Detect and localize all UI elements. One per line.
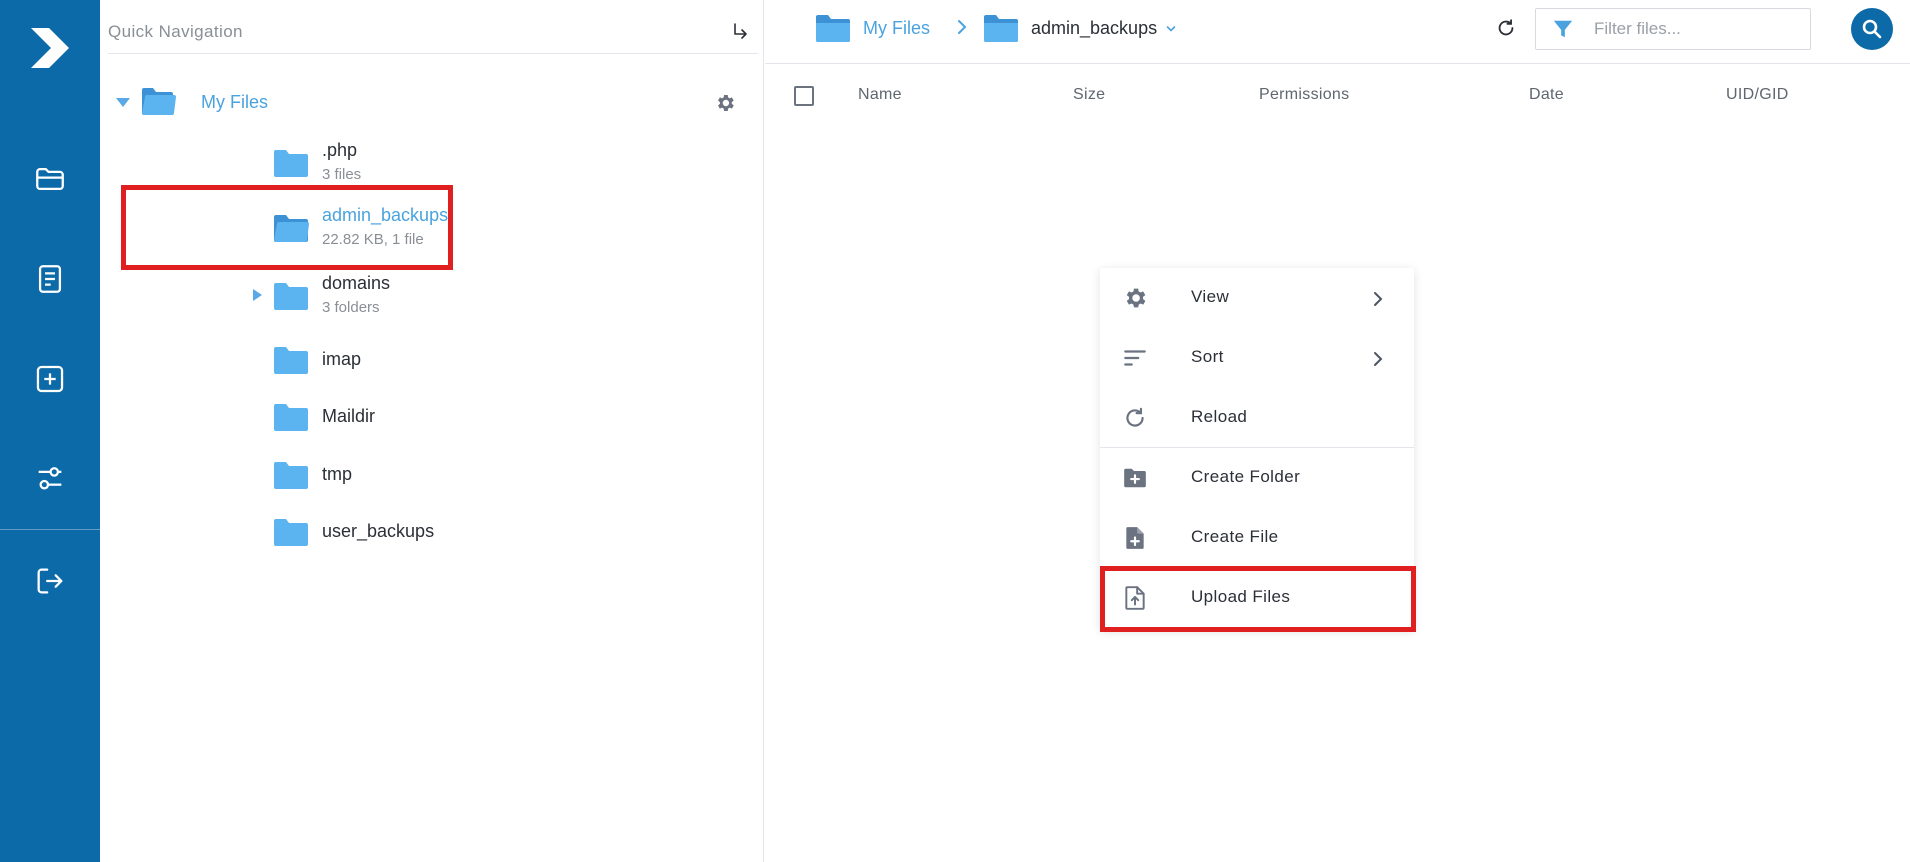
menu-item-label: Reload [1191,407,1248,426]
menu-item-label: Upload Files [1191,587,1291,606]
files-nav-button[interactable] [30,159,70,199]
folder-tree-panel: My Files .php 3 files admin_backups 22.8… [100,0,764,862]
menu-item-label: Create Folder [1191,467,1301,486]
folder-icon [274,404,308,431]
tree-item[interactable]: domains 3 folders [240,269,760,319]
tree-item[interactable]: .php 3 files [240,136,760,186]
column-permissions[interactable]: Permissions [1259,86,1349,104]
file-upload-icon [1125,586,1145,610]
settings-nav-button[interactable] [30,459,70,499]
reload-icon [1126,407,1144,427]
tree-item-name: admin_backups [322,205,449,225]
tree-item[interactable]: user_backups [240,513,760,553]
tree-item-meta: 22.82 KB, 1 file [322,231,424,248]
select-all-checkbox[interactable] [794,86,814,106]
folder-icon [274,462,308,489]
add-nav-button[interactable] [30,359,70,399]
context-menu: View Sort Reload Create Folder Create Fi… [1100,268,1414,630]
document-icon [38,265,62,293]
sidebar-divider [0,529,100,530]
column-name[interactable]: Name [858,86,902,104]
menu-item-upload-files[interactable]: Upload Files [1100,568,1414,626]
menu-item-view[interactable]: View [1100,268,1414,326]
tree-item-meta: 3 files [322,166,362,183]
tree-root-label: My Files [201,92,268,112]
search-button[interactable] [1851,8,1893,50]
go-arrow-icon[interactable] [728,20,752,44]
folder-icon [816,15,850,42]
file-table-header: Name Size Permissions Date UID/GID [765,76,1910,116]
breadcrumb-current[interactable]: admin_backups [983,12,1176,44]
tree-item-name: .php [322,140,358,160]
folder-open-icon [142,88,176,115]
documents-nav-button[interactable] [30,259,70,299]
menu-item-create-file[interactable]: Create File [1100,508,1414,566]
menu-item-label: View [1191,287,1230,306]
gear-icon [1126,288,1146,308]
tree-item[interactable]: Maildir [240,398,760,438]
menu-item-create-folder[interactable]: Create Folder [1100,448,1414,506]
filter-input[interactable] [1594,9,1804,49]
filter-icon [1553,20,1573,38]
breadcrumb-current-label: admin_backups [1031,17,1158,38]
column-uid-gid[interactable]: UID/GID [1726,86,1789,104]
top-bar: My Files admin_backups [765,0,1910,64]
tree-item-name: imap [322,349,362,369]
folder-icon [274,283,308,310]
column-date[interactable]: Date [1529,86,1564,104]
folder-open-icon [36,167,64,191]
sliders-icon [38,467,62,490]
tree-item[interactable]: tmp [240,456,760,496]
plus-square-icon [36,365,64,393]
menu-item-label: Sort [1191,347,1224,366]
tree-root-my-files[interactable]: My Files [108,82,758,124]
quick-navigation [108,10,758,54]
sort-icon [1124,350,1146,366]
chevron-right-icon [1374,352,1383,366]
folder-plus-icon [1124,468,1146,488]
search-icon [1862,19,1882,39]
menu-item-reload[interactable]: Reload [1100,388,1414,446]
menu-item-label: Create File [1191,527,1279,546]
tree-item-name: tmp [322,464,353,484]
caret-down-icon[interactable] [116,98,130,107]
column-size[interactable]: Size [1073,86,1105,104]
reload-icon[interactable] [1495,17,1517,39]
tree-item-active[interactable]: admin_backups 22.82 KB, 1 file [240,201,760,251]
caret-right-icon[interactable] [253,289,262,301]
filter-box [1535,8,1811,50]
tree-item-name: Maildir [322,406,376,426]
logout-icon [37,568,63,594]
chevron-right-icon [958,20,967,34]
gear-icon[interactable] [714,92,736,114]
folder-icon [274,150,308,177]
tree-item[interactable]: imap [240,341,760,381]
folder-open-icon [274,215,309,242]
tree-item-meta: 3 folders [322,299,380,316]
app-sidebar [0,0,100,862]
quick-navigation-input[interactable] [108,10,708,54]
folder-icon [274,519,308,546]
file-plus-icon [1126,527,1144,549]
app-logo-icon[interactable] [27,24,73,72]
tree-item-name: domains [322,273,391,293]
breadcrumb-root[interactable]: My Files [815,12,930,44]
menu-item-sort[interactable]: Sort [1100,328,1414,386]
logout-nav-button[interactable] [30,561,70,601]
folder-icon [274,347,308,374]
tree-item-name: user_backups [322,521,435,541]
breadcrumb-root-label: My Files [863,17,930,38]
folder-icon [984,15,1018,42]
chevron-down-icon[interactable] [1166,25,1176,33]
chevron-right-icon [1374,292,1383,306]
